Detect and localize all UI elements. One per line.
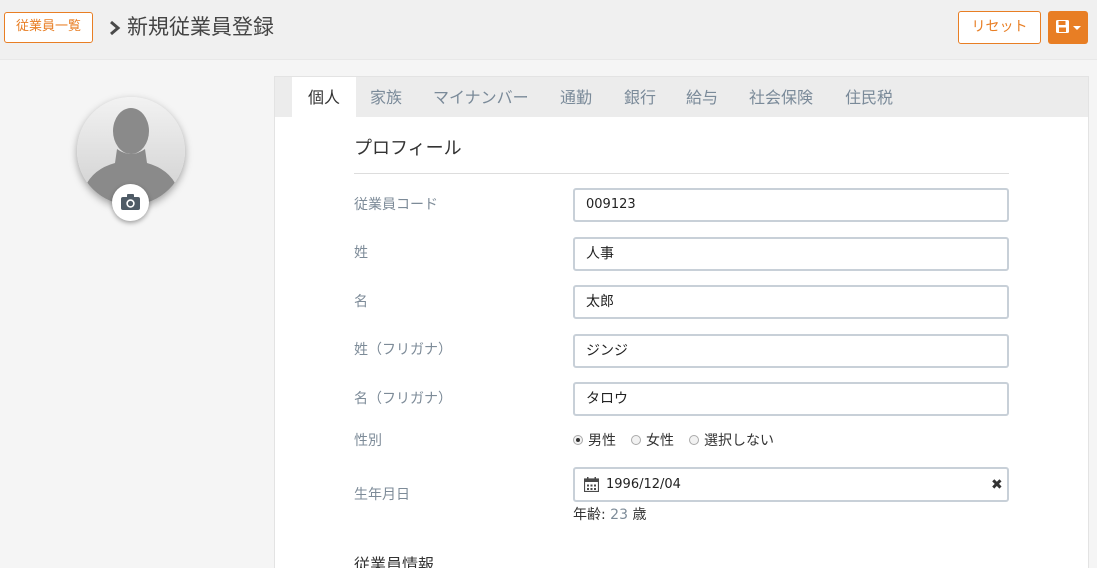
floppy-disk-icon [1056, 20, 1069, 33]
tab-family[interactable]: 家族 [370, 77, 402, 117]
profile-section-title: プロフィール [354, 138, 462, 159]
gender-option-label: 女性 [646, 433, 674, 449]
clear-icon[interactable]: ✖ [991, 477, 1003, 493]
section-divider [354, 173, 1009, 174]
first-name-kana-label: 名（フリガナ） [354, 391, 452, 407]
tab-salary[interactable]: 給与 [686, 77, 718, 117]
employee-code-label: 従業員コード [354, 197, 438, 213]
last-name-input[interactable]: 人事 [573, 237, 1009, 271]
gender-option-label: 選択しない [704, 433, 774, 449]
age-value: 23 [610, 507, 628, 523]
first-name-kana-input[interactable]: タロウ [573, 382, 1009, 416]
tab-bar: 個人 家族 マイナンバー 通勤 銀行 給与 社会保険 住民税 [275, 77, 1088, 117]
chevron-right-icon [110, 20, 121, 36]
age-prefix: 年齢: [573, 507, 606, 523]
first-name-input[interactable]: 太郎 [573, 285, 1009, 319]
employee-list-button[interactable]: 従業員一覧 [4, 12, 94, 43]
employee-info-section-title: 従業員情報 [354, 555, 435, 568]
first-name-label: 名 [354, 294, 368, 310]
birthday-label: 生年月日 [354, 487, 410, 503]
gender-option-female[interactable]: 女性 [631, 433, 674, 449]
tab-my-number[interactable]: マイナンバー [433, 77, 529, 117]
save-dropdown-button[interactable] [1048, 11, 1088, 44]
tab-social-insurance[interactable]: 社会保険 [749, 77, 813, 117]
page-header: 従業員一覧 新規従業員登録 リセット [0, 0, 1097, 60]
tab-personal[interactable]: 個人 [292, 77, 357, 117]
gender-option-label: 男性 [588, 433, 616, 449]
tab-bank[interactable]: 銀行 [624, 77, 656, 117]
gender-label: 性別 [354, 433, 382, 449]
last-name-kana-label: 姓（フリガナ） [354, 342, 452, 358]
reset-button[interactable]: リセット [958, 11, 1041, 44]
page-title: 新規従業員登録 [127, 15, 274, 39]
change-photo-button[interactable] [112, 184, 149, 221]
age-display: 年齢: 23 歳 [573, 505, 646, 525]
tab-commute[interactable]: 通勤 [560, 77, 592, 117]
calendar-icon [584, 477, 599, 492]
birthday-input[interactable]: 1996/12/04 ✖ [573, 467, 1009, 502]
tab-resident-tax[interactable]: 住民税 [845, 77, 893, 117]
gender-option-male[interactable]: 男性 [573, 433, 616, 449]
last-name-kana-input[interactable]: ジンジ [573, 334, 1009, 368]
employee-code-input[interactable]: 009123 [573, 188, 1009, 222]
last-name-label: 姓 [354, 245, 368, 261]
gender-option-none[interactable]: 選択しない [689, 433, 774, 449]
employee-form-panel: 個人 家族 マイナンバー 通勤 銀行 給与 社会保険 住民税 プロフィール 従業… [274, 76, 1089, 568]
camera-icon [121, 194, 140, 210]
birthday-value: 1996/12/04 [606, 477, 681, 492]
radio-unchecked-icon [689, 435, 699, 445]
radio-unchecked-icon [631, 435, 641, 445]
chevron-down-icon [1073, 26, 1081, 30]
age-unit: 歳 [632, 507, 647, 523]
radio-checked-icon [573, 435, 583, 445]
